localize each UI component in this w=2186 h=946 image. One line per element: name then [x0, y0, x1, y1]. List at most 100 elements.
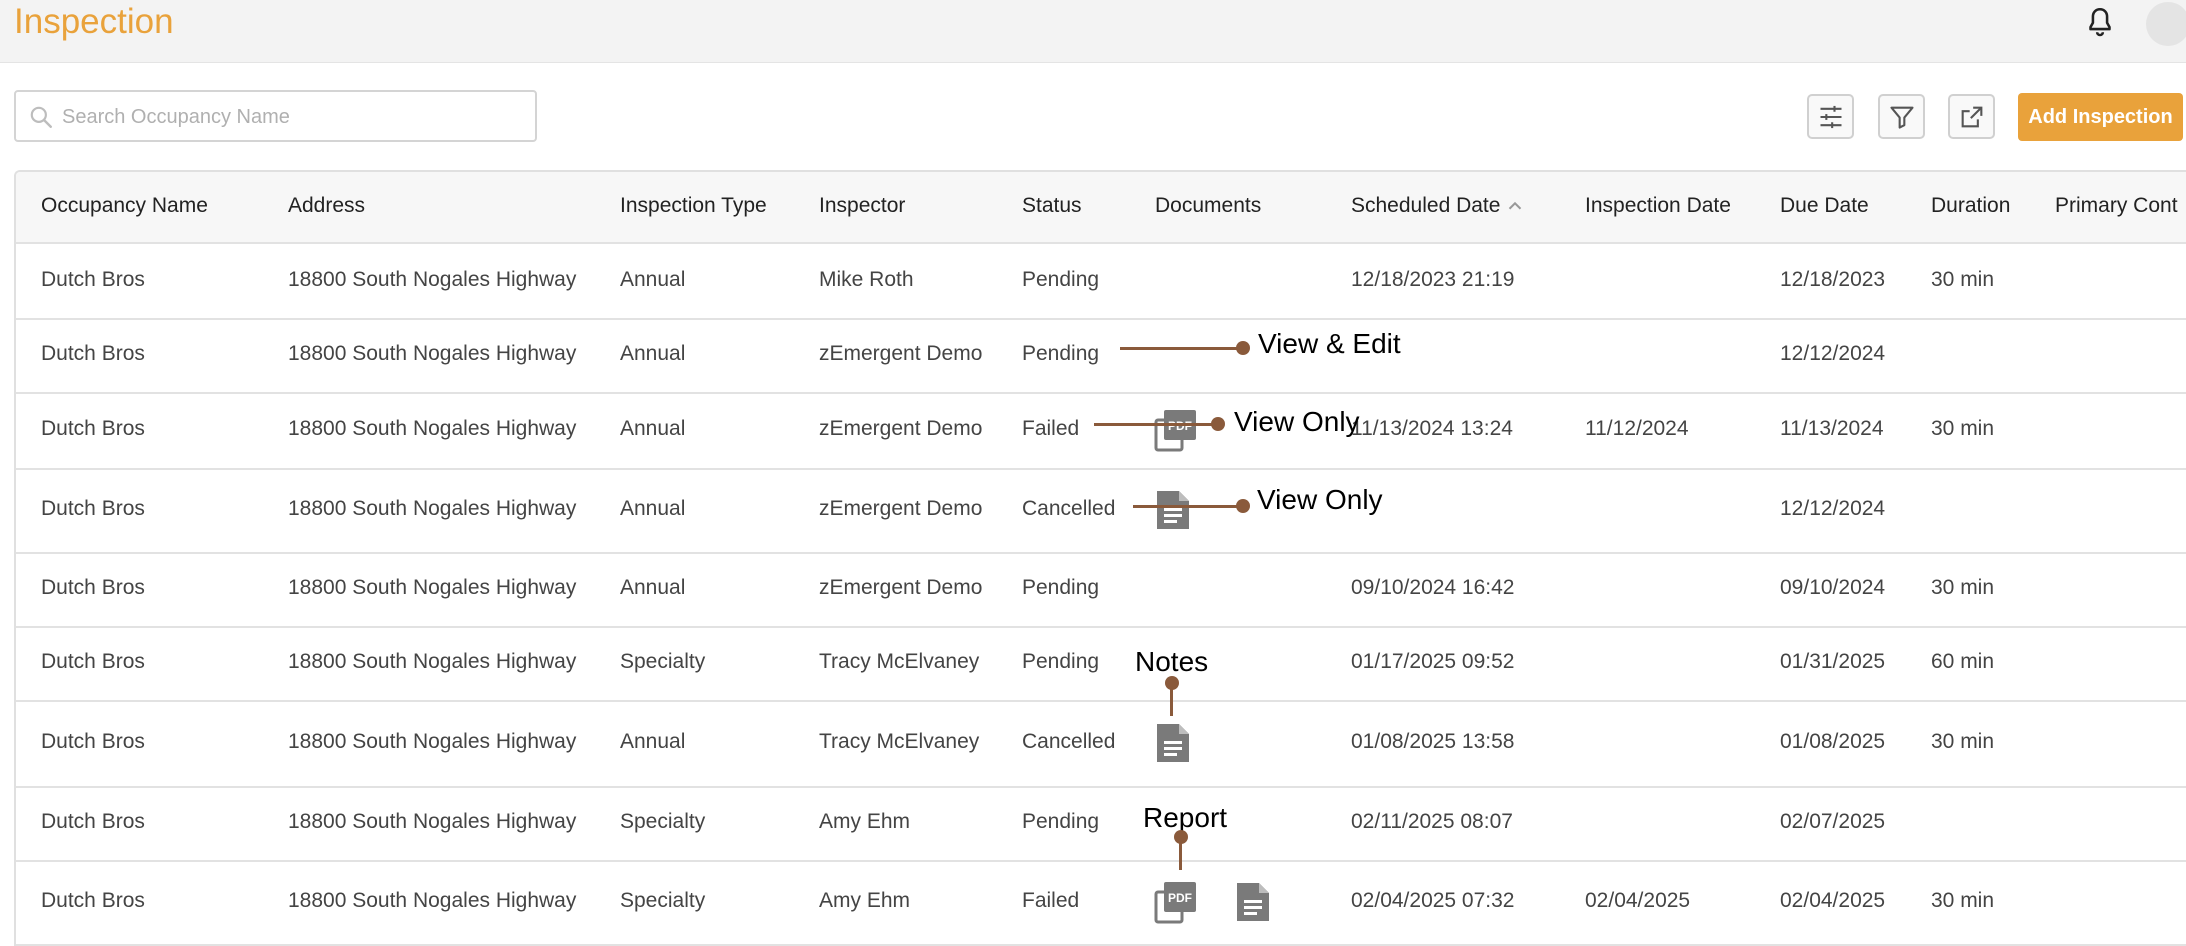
document-icon[interactable]: [1154, 721, 1192, 770]
cell-occupancy-name: Dutch Bros: [41, 730, 145, 753]
cell-duration: 30 min: [1931, 889, 1995, 912]
svg-text:PDF: PDF: [1168, 891, 1192, 905]
cell-inspection-type: Annual: [620, 730, 686, 753]
cell-status: Pending: [1022, 342, 1100, 365]
export-button[interactable]: [1948, 94, 1995, 139]
svg-text:PDF: PDF: [1168, 419, 1192, 433]
cell-address: 18800 South Nogales Highway: [288, 417, 577, 440]
column-settings-button[interactable]: [1807, 94, 1854, 139]
table-header: Occupancy Name Address Inspection Type Insp…: [16, 172, 2186, 244]
cell-occupancy-name: Dutch Bros: [41, 576, 145, 599]
cell-due-date: 12/18/2023: [1780, 268, 1886, 291]
cell-due-date: 12/12/2024: [1780, 342, 1886, 365]
cell-scheduled-date: 11/13/2024 13:24: [1351, 417, 1513, 440]
annotation-view-edit: View & Edit: [1258, 328, 1401, 359]
page-title: Inspection: [14, 2, 174, 41]
table-row[interactable]: Dutch Bros 18800 South Nogales Highway Spe…: [16, 626, 2186, 702]
inspection-table: Occupancy Name Address Inspection Type Insp…: [14, 170, 2186, 946]
cell-scheduled-date: 12/18/2023 21:19: [1351, 268, 1515, 291]
cell-status: Failed: [1022, 417, 1080, 440]
cell-scheduled-date: 01/08/2025 13:58: [1351, 730, 1515, 753]
cell-occupancy-name: Dutch Bros: [41, 650, 145, 673]
table-row[interactable]: Dutch Bros 18800 South Nogales Highway Ann…: [16, 318, 2186, 394]
table-row[interactable]: Dutch Bros 18800 South Nogales Highway Ann…: [16, 552, 2186, 628]
header-due-date[interactable]: Due Date: [1780, 194, 1869, 218]
cell-duration: 30 min: [1931, 576, 1995, 599]
cell-inspection-date: 02/04/2025: [1585, 889, 1691, 912]
cell-duration: 60 min: [1931, 650, 1995, 673]
cell-inspector: Amy Ehm: [819, 810, 911, 833]
annotation-dot: [1236, 499, 1250, 513]
sort-ascending-icon[interactable]: [1504, 195, 1526, 217]
search-icon: [30, 106, 52, 128]
table-row[interactable]: Dutch Bros 18800 South Nogales Highway Ann…: [16, 700, 2186, 788]
document-icon[interactable]: [1234, 880, 1272, 929]
annotation-line: [1170, 684, 1173, 716]
cell-address: 18800 South Nogales Highway: [288, 730, 577, 753]
user-avatar[interactable]: [2146, 2, 2186, 46]
header-occupancy-name[interactable]: Occupancy Name: [41, 194, 208, 218]
cell-inspection-type: Specialty: [620, 810, 706, 833]
cell-occupancy-name: Dutch Bros: [41, 810, 145, 833]
header-documents[interactable]: Documents: [1155, 194, 1261, 218]
header-scheduled-date[interactable]: Scheduled Date: [1351, 194, 1526, 218]
header-inspection-date[interactable]: Inspection Date: [1585, 194, 1731, 218]
search-box[interactable]: [14, 90, 537, 142]
notification-bell-icon[interactable]: [2083, 4, 2117, 40]
search-input[interactable]: [60, 100, 524, 134]
annotation-line: [1179, 838, 1182, 870]
cell-occupancy-name: Dutch Bros: [41, 889, 145, 912]
header-address[interactable]: Address: [288, 194, 365, 218]
cell-inspection-type: Annual: [620, 417, 686, 440]
cell-inspector: zEmergent Demo: [819, 417, 983, 440]
filter-button[interactable]: [1878, 94, 1925, 139]
share-export-icon: [1961, 106, 1982, 127]
cell-occupancy-name: Dutch Bros: [41, 268, 145, 291]
cell-inspector: Mike Roth: [819, 268, 914, 291]
cell-address: 18800 South Nogales Highway: [288, 576, 577, 599]
cell-scheduled-date: 01/17/2025 09:52: [1351, 650, 1515, 673]
cell-status: Failed: [1022, 889, 1080, 912]
cell-due-date: 01/31/2025: [1780, 650, 1886, 673]
annotation-line: [1094, 423, 1214, 426]
cell-status: Pending: [1022, 650, 1100, 673]
table-row[interactable]: Dutch Bros 18800 South Nogales Highway Ann…: [16, 468, 2186, 554]
table-row[interactable]: Dutch Bros 18800 South Nogales Highway Spe…: [16, 786, 2186, 862]
cell-due-date: 12/12/2024: [1780, 497, 1886, 520]
cell-due-date: 02/04/2025: [1780, 889, 1886, 912]
header-status[interactable]: Status: [1022, 194, 1082, 218]
pdf-icon[interactable]: PDF: [1154, 880, 1198, 929]
cell-inspector: zEmergent Demo: [819, 497, 983, 520]
header-inspector[interactable]: Inspector: [819, 194, 905, 218]
add-inspection-button[interactable]: Add Inspection: [2018, 93, 2183, 141]
cell-status: Cancelled: [1022, 730, 1116, 753]
table-row[interactable]: Dutch Bros 18800 South Nogales Highway Ann…: [16, 244, 2186, 320]
annotation-view-only: View Only: [1257, 484, 1383, 515]
header-primary-contact[interactable]: Primary Cont: [2055, 194, 2178, 218]
annotation-dot: [1236, 341, 1250, 355]
annotation-line: [1133, 505, 1243, 508]
cell-inspector: Tracy McElvaney: [819, 650, 980, 673]
cell-status: Cancelled: [1022, 497, 1116, 520]
cell-inspection-date: 11/12/2024: [1585, 417, 1689, 440]
cell-scheduled-date: 02/04/2025 07:32: [1351, 889, 1515, 912]
cell-occupancy-name: Dutch Bros: [41, 417, 145, 440]
cell-scheduled-date: 09/10/2024 16:42: [1351, 576, 1515, 599]
cell-inspector: Amy Ehm: [819, 889, 911, 912]
cell-address: 18800 South Nogales Highway: [288, 268, 577, 291]
cell-due-date: 09/10/2024: [1780, 576, 1886, 599]
cell-inspector: zEmergent Demo: [819, 576, 983, 599]
table-row[interactable]: Dutch Bros 18800 South Nogales Highway Ann…: [16, 392, 2186, 470]
annotation-notes: Notes: [1135, 646, 1209, 677]
cell-inspection-type: Specialty: [620, 650, 706, 673]
cell-due-date: 02/07/2025: [1780, 810, 1886, 833]
cell-inspection-type: Annual: [620, 268, 686, 291]
table-row[interactable]: Dutch Bros 18800 South Nogales Highway Spe…: [16, 860, 2186, 946]
cell-occupancy-name: Dutch Bros: [41, 342, 145, 365]
header-duration[interactable]: Duration: [1931, 194, 2010, 218]
header-inspection-type[interactable]: Inspection Type: [620, 194, 767, 218]
pdf-icon[interactable]: PDF: [1154, 408, 1198, 457]
document-icon[interactable]: [1154, 488, 1192, 537]
cell-due-date: 11/13/2024: [1780, 417, 1884, 440]
cell-inspection-type: Annual: [620, 342, 686, 365]
